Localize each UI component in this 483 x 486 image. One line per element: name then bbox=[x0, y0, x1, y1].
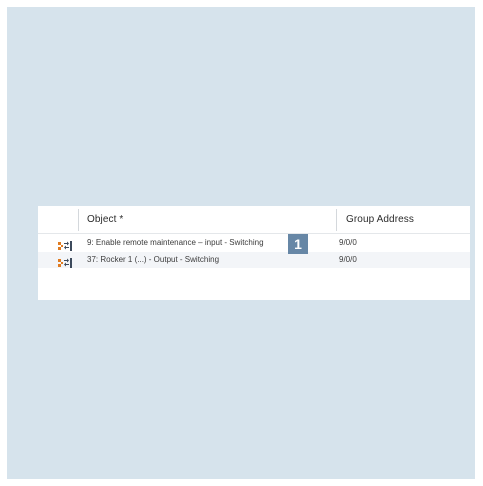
column-header-object[interactable]: Object * bbox=[87, 214, 123, 225]
column-separator[interactable] bbox=[336, 209, 337, 231]
column-separator[interactable] bbox=[78, 209, 79, 231]
table-row[interactable]: 9: Enable remote maintenance – input - S… bbox=[38, 235, 470, 251]
header-divider bbox=[38, 233, 470, 234]
table-header: Object * Group Address bbox=[38, 206, 470, 233]
object-name: 37: Rocker 1 (...) - Output - Switching bbox=[87, 255, 220, 264]
table-row[interactable]: 37: Rocker 1 (...) - Output - Switching … bbox=[38, 252, 470, 268]
callout-badge: 1 bbox=[288, 234, 308, 254]
group-objects-table: Object * Group Address 9: Enable remote … bbox=[38, 206, 470, 300]
group-address: 9/0/0 bbox=[339, 255, 357, 264]
group-object-icon bbox=[58, 255, 72, 268]
screenshot-canvas: Object * Group Address 9: Enable remote … bbox=[7, 7, 475, 479]
column-header-group-address[interactable]: Group Address bbox=[346, 214, 414, 225]
icon-column-header[interactable] bbox=[38, 206, 77, 233]
group-address: 9/0/0 bbox=[339, 238, 357, 247]
group-object-icon bbox=[58, 238, 72, 251]
object-name: 9: Enable remote maintenance – input - S… bbox=[87, 238, 264, 247]
